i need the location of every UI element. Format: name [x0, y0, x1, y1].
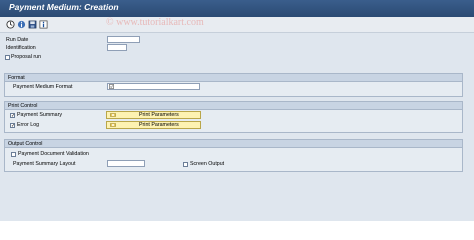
print-control-group: Print Control ✓ Payment Summary Print Pa… [4, 101, 463, 133]
info-icon[interactable] [17, 20, 26, 29]
print-parameters-label-error-log: Print Parameters [139, 122, 179, 128]
selection-screen: Run Date Identification Proposal run For… [0, 33, 474, 221]
identification-label: Identification [6, 45, 36, 51]
print-control-group-header: Print Control [5, 102, 462, 110]
payment-document-validation-label: Payment Document Validation [18, 151, 89, 157]
payment-medium-format-label: Payment Medium Format [13, 84, 73, 90]
format-group: Format Payment Medium Format [4, 73, 463, 97]
print-parameters-button-error-log[interactable]: Print Parameters [106, 121, 201, 129]
window-title: Payment Medium: Creation [9, 2, 119, 12]
format-group-title: Format [8, 75, 25, 81]
details-icon[interactable] [39, 20, 48, 29]
proposal-run-checkbox[interactable] [5, 55, 10, 60]
input-help-icon[interactable] [109, 84, 114, 89]
print-parameters-label-summary: Print Parameters [139, 112, 179, 118]
print-parameters-button-summary[interactable]: Print Parameters [106, 111, 201, 119]
save-variant-icon[interactable] [28, 20, 37, 29]
payment-summary-layout-field[interactable] [107, 160, 145, 167]
error-log-checkbox[interactable]: ✓ [10, 123, 15, 129]
print-parameters-icon [110, 113, 116, 117]
output-control-group-header: Output Control [5, 140, 462, 148]
error-log-label: Error Log [17, 122, 40, 128]
payment-summary-layout-label: Payment Summary Layout [13, 161, 76, 167]
screen-output-label: Screen Output [190, 161, 225, 167]
proposal-run-label: Proposal run [11, 54, 42, 60]
title-bar: Payment Medium: Creation [0, 0, 474, 17]
run-date-label: Run Date [6, 37, 29, 43]
output-control-group-title: Output Control [8, 141, 43, 147]
execute-icon[interactable] [6, 20, 15, 29]
payment-medium-format-field[interactable] [107, 83, 200, 90]
format-group-header: Format [5, 74, 462, 82]
payment-summary-checkbox[interactable]: ✓ [10, 113, 15, 119]
payment-summary-label: Payment Summary [17, 112, 63, 118]
identification-field[interactable] [107, 44, 127, 51]
run-date-field[interactable] [107, 36, 140, 43]
print-parameters-icon [110, 123, 116, 127]
print-control-group-title: Print Control [8, 103, 38, 109]
output-control-group: Output Control Payment Document Validati… [4, 139, 463, 172]
screen-output-checkbox[interactable] [183, 162, 188, 167]
watermark: © www.tutorialkart.com [106, 17, 204, 28]
payment-document-validation-checkbox[interactable] [11, 152, 16, 157]
application-toolbar [0, 17, 474, 33]
